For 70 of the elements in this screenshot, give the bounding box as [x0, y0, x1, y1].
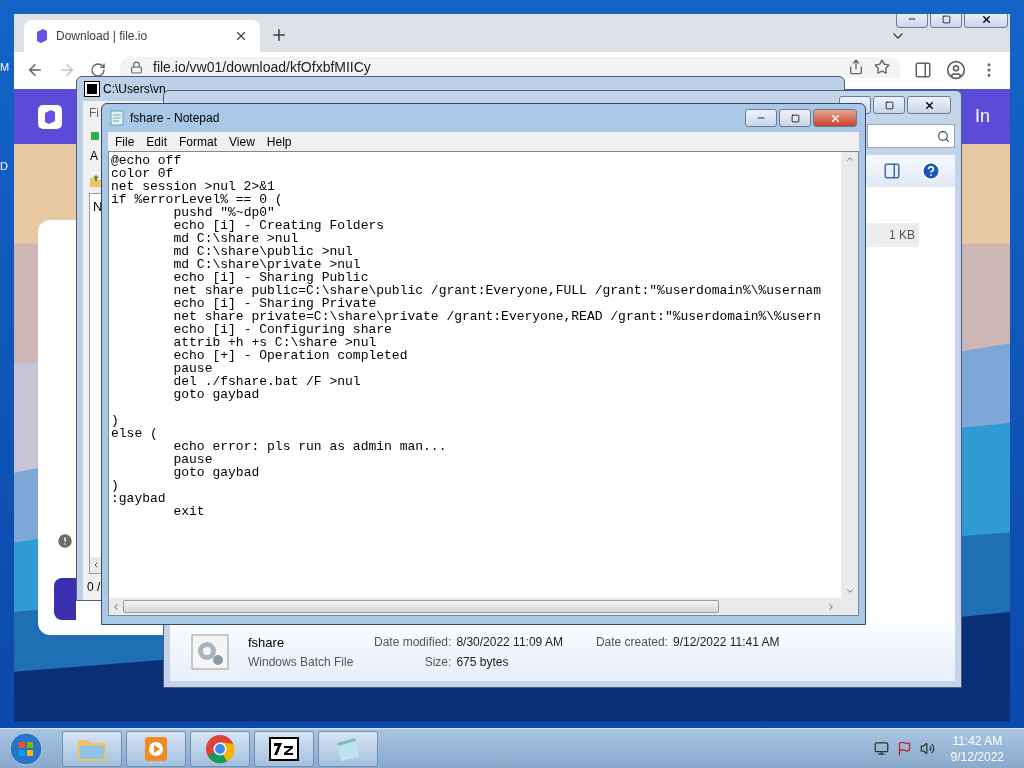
close-icon	[829, 112, 841, 124]
volume-icon[interactable]	[919, 741, 935, 756]
close-button[interactable]	[964, 14, 1008, 28]
file-name: fshare	[248, 634, 286, 653]
window-title: fshare - Notepad	[130, 110, 221, 127]
close-button[interactable]	[907, 96, 951, 114]
menu-item[interactable]: Help	[261, 132, 297, 151]
maximize-button[interactable]	[930, 14, 962, 28]
help-icon[interactable]	[921, 161, 941, 181]
detail-value: 675 bytes	[456, 654, 510, 671]
archive-app-icon	[85, 82, 99, 96]
alert-icon	[56, 532, 74, 551]
play-icon	[144, 735, 168, 762]
menu-item[interactable]: Format	[174, 132, 223, 151]
maximize-button[interactable]	[873, 96, 905, 114]
site-logo[interactable]	[38, 104, 62, 129]
address-bar[interactable]: file.io/vw01/download/kfOfxbfMIICy	[120, 56, 900, 78]
file-type: Windows Batch File	[248, 653, 355, 671]
detail-label: Date modified:	[374, 634, 452, 651]
notepad-icon	[110, 110, 124, 126]
file-logo-icon	[36, 28, 48, 43]
folder-up-icon[interactable]	[89, 174, 103, 188]
menu-item[interactable]: Fi	[83, 101, 105, 125]
status-text: 0 /	[86, 579, 102, 596]
share-icon[interactable]	[848, 59, 864, 75]
horizontal-scrollbar[interactable]	[109, 598, 858, 615]
lock-icon	[130, 60, 143, 74]
detail-label: Size:	[423, 654, 452, 671]
scroll-thumb[interactable]	[123, 600, 719, 613]
desktop-icon-label: M	[0, 62, 10, 73]
preview-pane-icon[interactable]	[883, 162, 901, 180]
time-text: 11:42 AM	[952, 732, 1003, 749]
archive-icon	[268, 735, 300, 762]
bookmark-star-icon[interactable]	[874, 59, 890, 75]
menu-item[interactable]: Edit	[141, 132, 173, 151]
sign-in-link[interactable]: In	[975, 103, 990, 131]
reload-icon[interactable]	[90, 62, 106, 79]
date-text: 9/12/2022	[950, 748, 1004, 765]
taskbar-app-button[interactable]	[254, 730, 314, 767]
menu-item[interactable]: View	[224, 132, 260, 151]
toolbar-label: A	[89, 148, 99, 165]
maximize-icon	[884, 100, 894, 110]
column-header[interactable]: N	[90, 194, 106, 220]
action-center-flag-icon[interactable]	[896, 741, 912, 756]
url-text: file.io/vw01/download/kfOfxbfMIICy	[153, 57, 372, 77]
desktop-icon-label: D	[0, 161, 9, 172]
detail-label: Date created:	[595, 634, 668, 651]
minimize-button[interactable]	[896, 14, 928, 28]
search-field[interactable]	[867, 124, 955, 148]
detail-value: 8/30/2022 11:09 AM	[456, 634, 563, 651]
side-panel-icon[interactable]	[914, 61, 932, 80]
browser-tab[interactable]: Download | file.io	[24, 19, 260, 52]
detail-value: 9/12/2022 11:41 AM	[672, 634, 780, 651]
search-icon	[937, 129, 950, 143]
network-icon[interactable]	[873, 741, 889, 756]
close-icon	[980, 14, 992, 25]
download-button[interactable]	[54, 578, 76, 621]
window-title: C:\Users\vn	[103, 81, 166, 98]
vertical-scrollbar[interactable]	[841, 152, 858, 598]
chrome-icon	[205, 733, 235, 764]
close-icon	[923, 99, 935, 111]
maximize-icon	[790, 113, 800, 123]
profile-icon[interactable]	[946, 60, 966, 81]
menu-item[interactable]: File	[110, 132, 140, 151]
maximize-button[interactable]	[779, 109, 811, 127]
scroll-left-button[interactable]	[90, 557, 102, 573]
tab-title: Download | file.io	[56, 27, 149, 45]
maximize-icon	[941, 14, 951, 24]
minimize-button[interactable]	[745, 109, 777, 127]
batch-file-gear-icon	[190, 632, 230, 672]
